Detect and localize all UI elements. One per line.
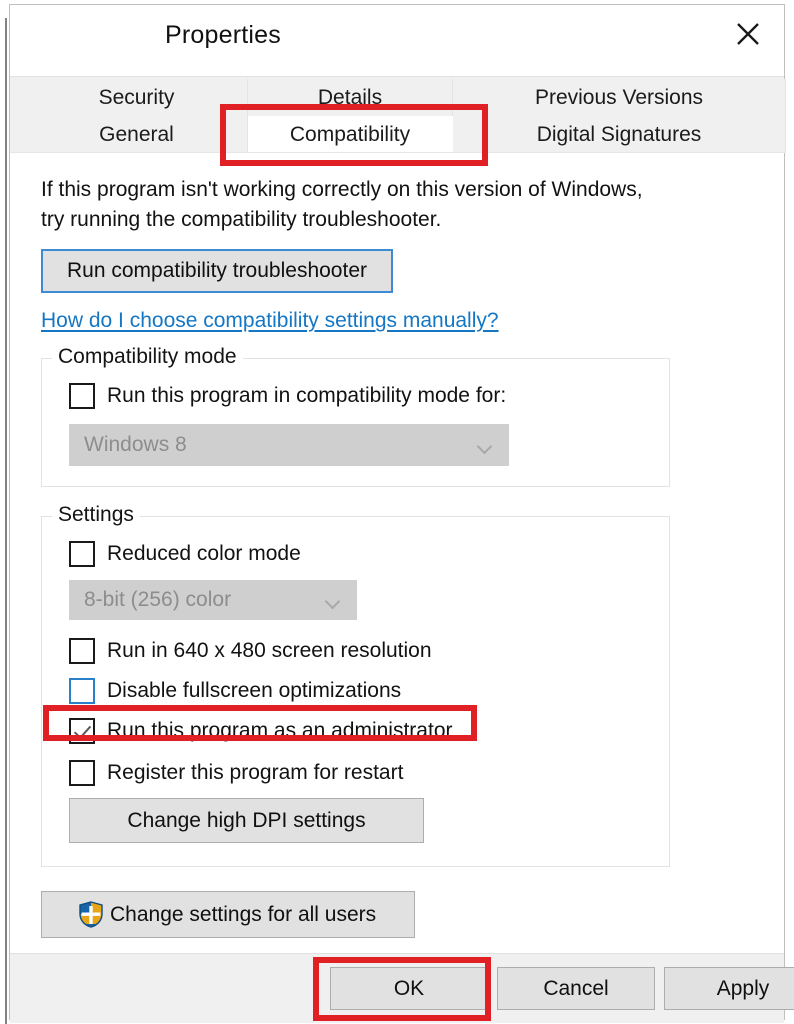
run-as-administrator-row[interactable]: Run this program as an administrator [69,716,453,746]
register-for-restart-row[interactable]: Register this program for restart [69,758,403,788]
settings-group-title: Settings [52,503,140,527]
uac-shield-icon [78,901,104,928]
tab-details[interactable]: Details [248,79,453,116]
close-button[interactable] [718,8,778,60]
change-settings-for-all-users-label: Change settings for all users [110,902,377,926]
tab-row-1: Security Details Previous Versions [26,79,786,116]
color-depth-dropdown-value: 8-bit (256) color [84,588,232,611]
tab-compatibility[interactable]: Compatibility [248,116,453,153]
color-depth-dropdown[interactable]: 8-bit (256) color [69,580,357,620]
compatibility-mode-dropdown-value: Windows 8 [84,433,187,456]
reduced-color-mode-checkbox[interactable] [69,541,95,567]
disable-fullscreen-optimizations-checkbox[interactable] [69,678,95,704]
tab-row-2: General Compatibility Digital Signatures [26,116,786,153]
compatibility-pane: If this program isn't working correctly … [10,152,784,953]
screen-resolution-row[interactable]: Run in 640 x 480 screen resolution [69,636,432,666]
compatibility-mode-checkbox[interactable] [69,383,95,409]
compatibility-mode-dropdown[interactable]: Windows 8 [69,424,509,466]
compatibility-mode-checkbox-row[interactable]: Run this program in compatibility mode f… [69,381,506,411]
tab-digital-signatures[interactable]: Digital Signatures [453,116,786,153]
register-for-restart-label: Register this program for restart [107,761,404,784]
change-high-dpi-settings-button[interactable]: Change high DPI settings [69,798,424,843]
compatibility-mode-checkbox-label: Run this program in compatibility mode f… [107,384,507,407]
desktop-edge [0,0,9,1024]
title-bar: Properties [10,5,784,76]
intro-line-1: If this program isn't working correctly … [41,178,643,201]
chevron-down-icon [327,596,340,604]
reduced-color-mode-row[interactable]: Reduced color mode [69,539,301,569]
intro-line-2: try running the compatibility troublesho… [41,208,442,231]
properties-dialog: Properties Security Details Previous Ver… [9,4,794,1023]
screen-resolution-checkbox[interactable] [69,638,95,664]
chevron-down-icon [479,441,492,449]
screen-resolution-label: Run in 640 x 480 screen resolution [107,639,432,662]
reduced-color-mode-label: Reduced color mode [107,542,301,565]
settings-group: Settings Reduced color mode 8-bit (256) … [41,503,670,867]
close-icon [733,19,763,49]
tab-general[interactable]: General [26,116,248,153]
ok-button[interactable]: OK [330,967,488,1010]
disable-fullscreen-optimizations-row[interactable]: Disable fullscreen optimizations [69,676,401,706]
run-as-administrator-checkbox[interactable] [69,718,95,744]
tab-security[interactable]: Security [26,79,248,116]
compatibility-mode-group-title: Compatibility mode [52,345,243,369]
cancel-button[interactable]: Cancel [497,967,655,1010]
run-compatibility-troubleshooter-button[interactable]: Run compatibility troubleshooter [41,249,393,293]
disable-fullscreen-optimizations-label: Disable fullscreen optimizations [107,679,402,702]
compatibility-settings-help-link[interactable]: How do I choose compatibility settings m… [41,309,499,333]
intro-text: If this program isn't working correctly … [41,175,671,235]
change-settings-for-all-users-button[interactable]: Change settings for all users [41,891,415,938]
dialog-footer: OK Cancel Apply [10,953,794,1023]
run-as-administrator-label: Run this program as an administrator [107,719,453,742]
window-title: Properties [165,21,281,49]
tab-strip: Security Details Previous Versions Gener… [10,76,786,153]
register-for-restart-checkbox[interactable] [69,760,95,786]
screenshot-root: Properties Security Details Previous Ver… [0,0,794,1024]
tab-previous-versions[interactable]: Previous Versions [453,79,786,116]
compatibility-mode-group: Compatibility mode Run this program in c… [41,345,670,487]
apply-button[interactable]: Apply [664,967,794,1010]
